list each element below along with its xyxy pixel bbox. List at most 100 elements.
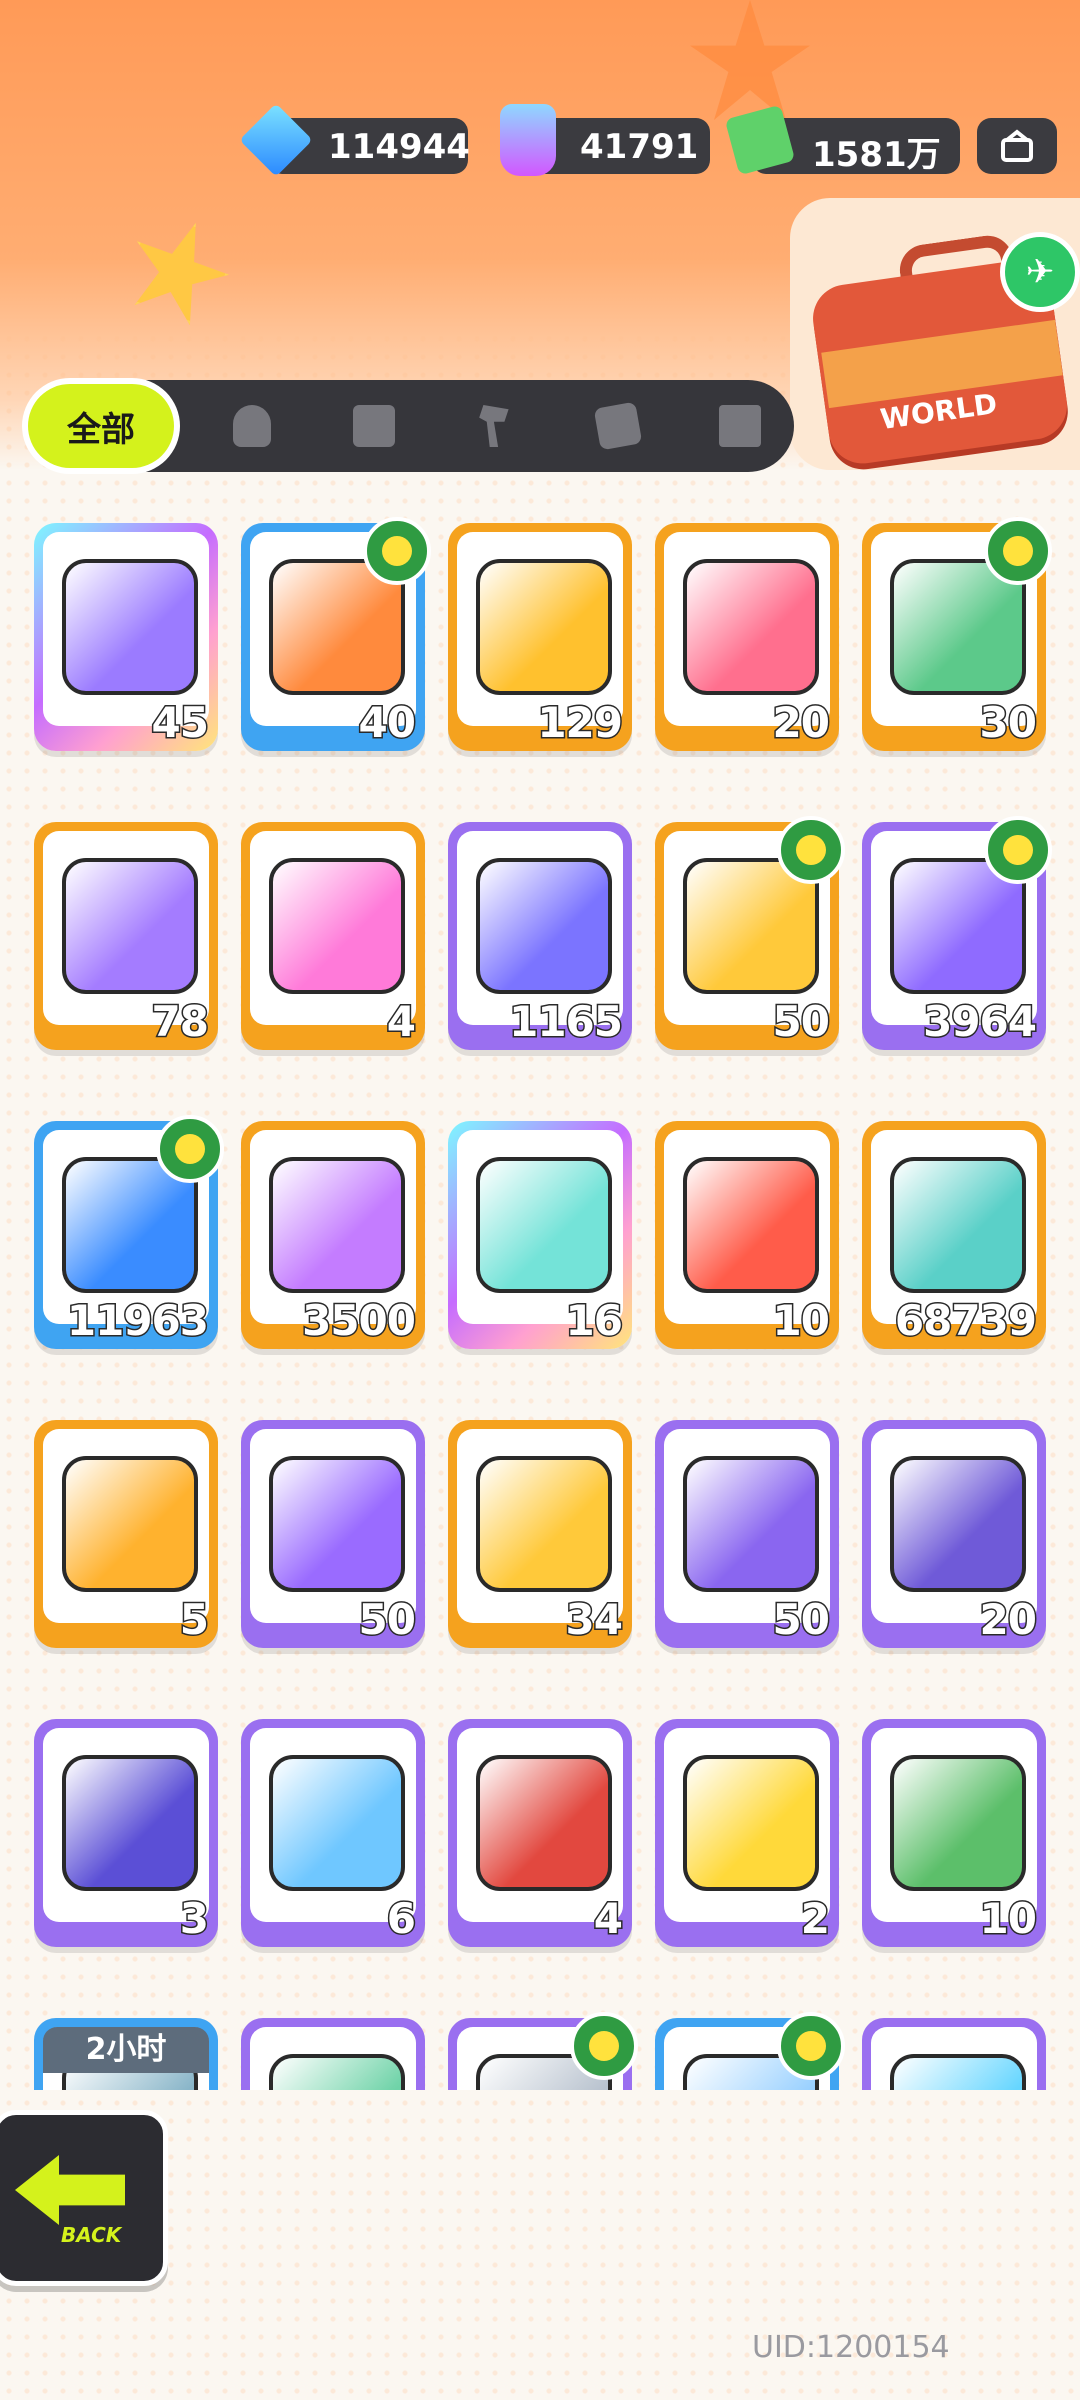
back-arrow-icon (15, 2155, 125, 2225)
inventory-item-card[interactable]: 11963 (34, 1115, 224, 1349)
back-button-label: BACK (61, 2223, 122, 2247)
paint-can-icon (500, 104, 556, 176)
inventory-item-card[interactable]: 20 (655, 523, 839, 751)
item-count: 11963 (65, 1295, 210, 1347)
chick-badge-icon (984, 816, 1052, 884)
tab-items[interactable] (328, 380, 420, 472)
tab-all-label: 全部 (67, 409, 135, 450)
tab-character[interactable] (206, 380, 298, 472)
cool-sticker-icon (269, 1157, 405, 1293)
inventory-item-card[interactable]: 10 (862, 1719, 1046, 1947)
inventory-item-card[interactable]: 5 (34, 1420, 218, 1648)
inventory-item-card[interactable]: 3500 (241, 1121, 425, 1349)
inventory-item-card[interactable]: 16 (448, 1121, 632, 1349)
gift-icon (1001, 129, 1033, 162)
item-count: 20 (771, 697, 831, 749)
inventory-item-card[interactable]: 30 (862, 517, 1052, 751)
chick-badge-icon (570, 2012, 638, 2080)
inventory-item-card[interactable]: 34 (448, 1420, 632, 1648)
item-count: 1165 (508, 996, 625, 1048)
item-count: 4 (385, 996, 417, 1048)
gold-egg-icon (62, 1456, 198, 1592)
lottery-ticket-icon (476, 1157, 612, 1293)
tab-collection[interactable] (694, 380, 786, 472)
inventory-item-card[interactable]: 68739 (862, 1121, 1046, 1349)
inventory-item-card[interactable] (862, 2018, 1046, 2090)
rainbow-star-icon (269, 858, 405, 994)
cash-currency[interactable]: 1581万 (724, 104, 960, 176)
gold-mystery-icon (476, 1456, 612, 1592)
inventory-item-card[interactable]: 78 (34, 822, 218, 1050)
inventory-item-card[interactable]: 10 (655, 1121, 839, 1349)
inventory-item-card[interactable]: 50 (241, 1420, 425, 1648)
inventory-item-card[interactable]: 6 (241, 1719, 425, 1947)
sprout-orb-icon (890, 1755, 1026, 1891)
item-count: 16 (564, 1295, 624, 1347)
inventory-item-card[interactable] (448, 2012, 638, 2090)
inventory-item-card[interactable]: 40 (241, 517, 431, 751)
item-count: 3964 (922, 996, 1039, 1048)
inventory-item-card[interactable]: 50 (655, 1420, 839, 1648)
inventory-item-card[interactable]: 4 (448, 1719, 632, 1947)
item-count: 6 (385, 1893, 417, 1945)
inventory-item-card[interactable]: 129 (448, 523, 632, 751)
inventory-item-card[interactable]: 3 (34, 1719, 218, 1947)
star-badge-icon (683, 1157, 819, 1293)
item-count: 20 (978, 1594, 1038, 1646)
inventory-item-card[interactable]: 50 (655, 816, 845, 1050)
inventory-grid: 45 40 129 20 30 78 4 1165 50 3964 11963 3500 16 10 687… (0, 505, 1080, 2090)
category-tab-bar: 全部 (28, 380, 794, 472)
gem-amount: 114944 (328, 127, 470, 167)
inventory-item-card[interactable]: 2小时 (34, 2018, 218, 2090)
inventory-item-card[interactable]: 4 (241, 822, 425, 1050)
item-count: 4 (592, 1893, 624, 1945)
chick-badge-icon (777, 2012, 845, 2080)
shop-button[interactable] (977, 118, 1057, 174)
jelly-orb-icon (683, 1755, 819, 1891)
item-count: 68739 (893, 1295, 1038, 1347)
piranha-orb-icon (476, 1755, 612, 1891)
item-count: 2 (799, 1893, 831, 1945)
plane-icon: ✈ (1000, 232, 1080, 312)
item-count: 3500 (301, 1295, 418, 1347)
item-count: 40 (357, 697, 417, 749)
gold-ticket-icon (476, 559, 612, 695)
item-count: 50 (771, 1594, 831, 1646)
item-count: 78 (150, 996, 210, 1048)
season-ticket-icon (890, 1157, 1026, 1293)
book-icon (719, 405, 761, 447)
travel-card-icon (890, 1456, 1026, 1592)
purple-mystery-icon (683, 1456, 819, 1592)
item-count: 30 (978, 697, 1038, 749)
chick-badge-icon (156, 1115, 224, 1183)
item-count: 10 (978, 1893, 1038, 1945)
back-button[interactable]: BACK (0, 2110, 168, 2286)
character-ticket-icon (683, 559, 819, 695)
item-count: 3 (178, 1893, 210, 1945)
inventory-item-card[interactable]: 2 (655, 1719, 839, 1947)
item-icon (890, 2054, 1026, 2090)
item-count: 5 (178, 1594, 210, 1646)
inventory-item-card[interactable]: 3964 (862, 816, 1052, 1050)
inventory-item-card[interactable]: 1165 (448, 822, 632, 1050)
box-icon (353, 405, 395, 447)
gem-currency[interactable]: 114944 (239, 103, 470, 177)
item-icon (269, 2054, 405, 2090)
item-count: 129 (536, 697, 625, 749)
cards-icon (593, 401, 643, 451)
tab-cards[interactable] (572, 380, 664, 472)
purple-egg-icon (269, 1456, 405, 1592)
inventory-item-card[interactable]: 20 (862, 1420, 1046, 1648)
chick-badge-icon (363, 517, 431, 585)
paint-amount: 41791 (580, 127, 699, 167)
paint-currency[interactable]: 41791 (500, 104, 710, 176)
inventory-item-card[interactable] (241, 2018, 425, 2090)
tab-all[interactable]: 全部 (28, 384, 174, 468)
cat-orb-icon (62, 1755, 198, 1891)
tab-tools[interactable] (450, 380, 542, 472)
inventory-item-card[interactable]: 45 (34, 523, 218, 751)
inventory-item-card[interactable] (655, 2012, 845, 2090)
fish-orb-icon (269, 1755, 405, 1891)
purple-ticket-icon (62, 858, 198, 994)
user-id: UID:1200154 (752, 2330, 950, 2365)
